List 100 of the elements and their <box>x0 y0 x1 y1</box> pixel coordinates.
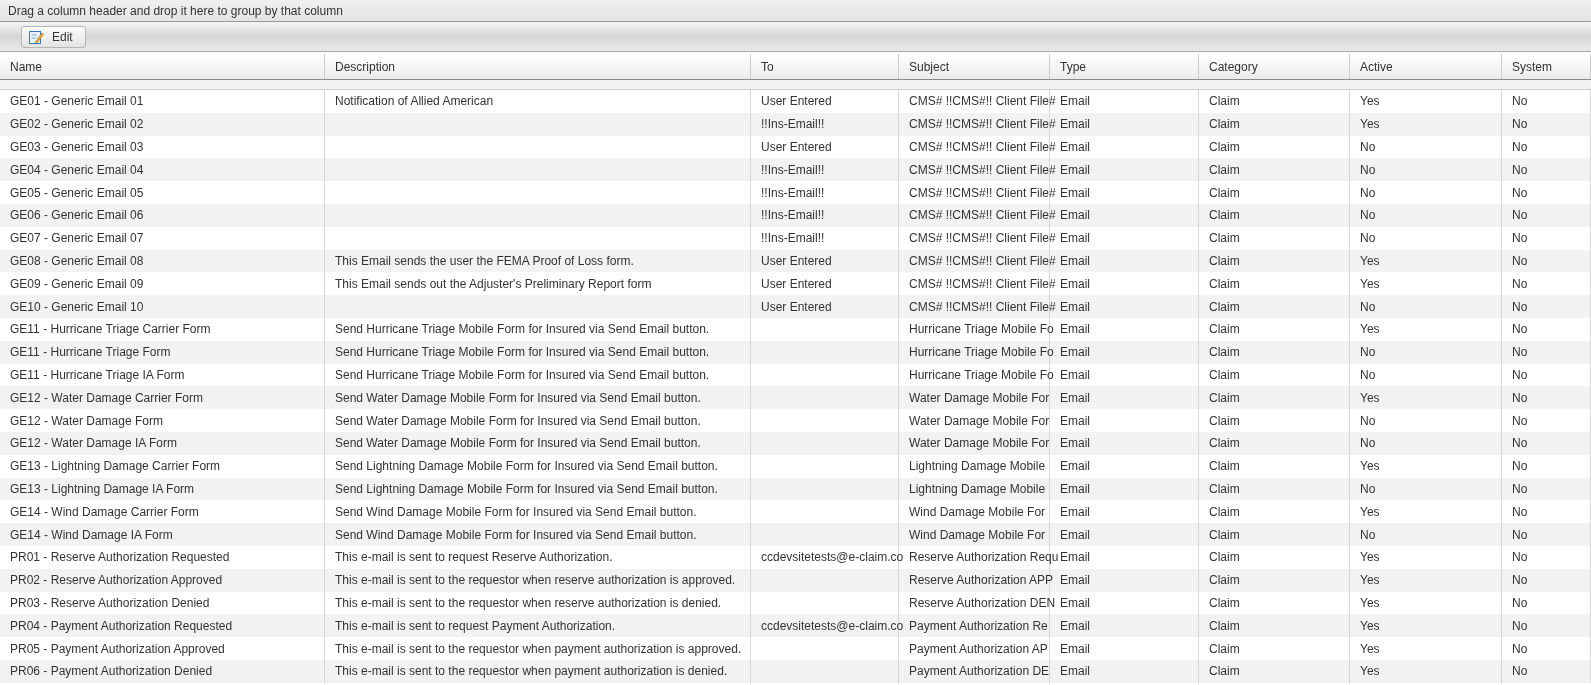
table-cell: GE07 - Generic Email 07 <box>10 231 144 246</box>
table-cell: Claim <box>1209 94 1240 109</box>
table-cell: Notification of Allied American <box>335 94 494 109</box>
table-cell: CMS# !!CMS#!! Client File# <box>909 299 1056 314</box>
column-header[interactable]: Subject <box>899 54 1050 79</box>
table-cell: Claim <box>1209 481 1240 496</box>
column-header[interactable]: Name <box>0 54 325 79</box>
table-cell: Email <box>1060 367 1090 382</box>
table-cell: Wind Damage Mobile For <box>909 527 1046 542</box>
table-cell: Send Lightning Damage Mobile Form for Insured via Send Email button. <box>335 459 718 474</box>
table-cell: This Email sends the user the FEMA Proof of Loss form. <box>335 253 634 268</box>
table-cell: No <box>1512 504 1528 519</box>
table-cell: CMS# !!CMS#!! Client File# <box>909 231 1056 246</box>
table-cell: GE12 - Water Damage Form <box>10 413 163 428</box>
table-cell: Yes <box>1360 459 1380 474</box>
table-cell: Email <box>1060 527 1090 542</box>
table-cell: Email <box>1060 299 1090 314</box>
table-cell: No <box>1360 481 1376 496</box>
table-cell: No <box>1512 140 1528 154</box>
edit-button[interactable]: Edit <box>21 25 86 48</box>
table-cell: Email <box>1060 413 1090 428</box>
column-header[interactable]: Active <box>1350 54 1502 79</box>
table-cell: Email <box>1060 595 1090 610</box>
table-cell: No <box>1512 595 1528 610</box>
table-cell: Claim <box>1209 504 1240 519</box>
table-cell: Claim <box>1209 299 1240 314</box>
table-cell: No <box>1512 550 1528 565</box>
table-cell: No <box>1360 185 1376 200</box>
column-header[interactable]: Type <box>1050 54 1199 79</box>
table-cell: This e-mail is sent to the requestor when reserve authorization is approved. <box>335 573 736 588</box>
table-cell: Yes <box>1360 550 1380 565</box>
table-cell: GE05 - Generic Email 05 <box>10 185 144 200</box>
column-header[interactable]: To <box>751 54 899 79</box>
table-cell: Claim <box>1209 185 1240 200</box>
table-cell: Water Damage Mobile For <box>909 390 1050 405</box>
table-cell: PR01 - Reserve Authorization Requested <box>10 550 230 565</box>
column-header[interactable]: Description <box>325 54 751 79</box>
table-cell: GE01 - Generic Email 01 <box>10 94 144 109</box>
table-cell: CMS# !!CMS#!! Client File# <box>909 253 1056 268</box>
table-cell: Claim <box>1209 413 1240 428</box>
table-cell: Claim <box>1209 322 1240 337</box>
table-cell: GE11 - Hurricane Triage Carrier Form <box>10 322 211 337</box>
table-cell: PR04 - Payment Authorization Requested <box>10 618 233 633</box>
table-cell: Hurricane Triage Mobile Fo <box>909 322 1054 337</box>
table-cell: No <box>1360 436 1376 451</box>
table-cell: !!Ins-Email!! <box>761 231 825 246</box>
table-cell: Claim <box>1209 641 1240 656</box>
table-cell: No <box>1512 573 1528 588</box>
table-cell: Claim <box>1209 140 1240 154</box>
table-cell: No <box>1512 253 1528 268</box>
table-cell: Yes <box>1360 641 1380 656</box>
table-cell: No <box>1360 345 1376 360</box>
table-cell: Yes <box>1360 618 1380 633</box>
table-cell: Payment Authorization AP <box>909 641 1048 656</box>
table-cell: GE09 - Generic Email 09 <box>10 276 144 291</box>
notepad-pencil-icon <box>28 28 44 45</box>
table-cell: User Entered <box>761 94 832 109</box>
table-cell: Send Hurricane Triage Mobile Form for Insured via Send Email button. <box>335 345 710 360</box>
table-cell: CMS# !!CMS#!! Client File# <box>909 208 1056 223</box>
table-cell: GE06 - Generic Email 06 <box>10 208 144 223</box>
table-cell: Reserve Authorization APP <box>909 573 1054 588</box>
table-cell: GE02 - Generic Email 02 <box>10 117 144 132</box>
table-cell: No <box>1512 276 1528 291</box>
table-cell: No <box>1360 231 1376 246</box>
table-cell: !!Ins-Email!! <box>761 117 825 132</box>
table-cell: Email <box>1060 94 1090 109</box>
table-cell: Yes <box>1360 595 1380 610</box>
table-cell: Email <box>1060 573 1090 588</box>
table-cell: Send Wind Damage Mobile Form for Insured via Send Email button. <box>335 504 697 519</box>
table-cell: Claim <box>1209 573 1240 588</box>
table-cell: No <box>1512 299 1528 314</box>
table-cell: CMS# !!CMS#!! Client File# <box>909 94 1056 109</box>
table-cell: Email <box>1060 481 1090 496</box>
table-cell: Email <box>1060 459 1090 474</box>
table-cell: Claim <box>1209 664 1240 679</box>
table-cell: ccdevsitetests@e-claim.co <box>761 550 904 565</box>
table-cell: Email <box>1060 436 1090 451</box>
table-cell: Water Damage Mobile For <box>909 413 1050 428</box>
table-cell: No <box>1512 390 1528 405</box>
table-cell: Email <box>1060 390 1090 405</box>
table-cell: No <box>1512 94 1528 109</box>
table-cell: No <box>1360 367 1376 382</box>
table-cell: Claim <box>1209 459 1240 474</box>
table-cell: Hurricane Triage Mobile Fo <box>909 367 1054 382</box>
table-cell: Claim <box>1209 390 1240 405</box>
table-cell: Reserve Authorization Requ <box>909 550 1059 565</box>
table-cell: Email <box>1060 664 1090 679</box>
table-cell: GE13 - Lightning Damage IA Form <box>10 481 195 496</box>
column-header[interactable]: System <box>1502 54 1591 79</box>
table-cell: Water Damage Mobile For <box>909 436 1050 451</box>
table-cell: This e-mail is sent to the requestor when payment authorization is approved. <box>335 641 742 656</box>
group-hint: Drag a column header and drop it here to group by that column <box>8 3 343 18</box>
column-header[interactable]: Category <box>1199 54 1350 79</box>
table-cell: Claim <box>1209 253 1240 268</box>
table-cell: No <box>1512 162 1528 177</box>
table-cell: Email <box>1060 345 1090 360</box>
table-cell: No <box>1360 162 1376 177</box>
table-cell: Hurricane Triage Mobile Fo <box>909 345 1054 360</box>
table-cell: Reserve Authorization DEN <box>909 595 1056 610</box>
table-cell: Yes <box>1360 322 1380 337</box>
